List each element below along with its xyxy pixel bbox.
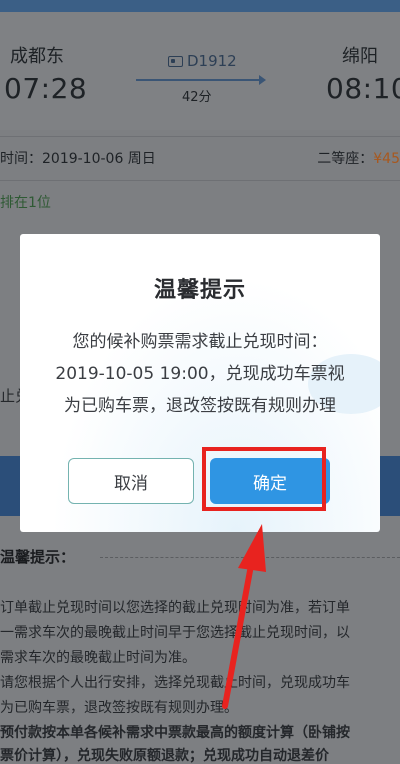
- tip-line: 请您根据个人出行安排，选择兑现截止时间，兑现成功车: [0, 675, 350, 691]
- to-station: 绵阳: [342, 46, 378, 67]
- queue-position: 排在1位: [0, 195, 51, 211]
- depart-time: 07:28: [4, 72, 88, 105]
- arrive-time: 08:10: [326, 72, 400, 105]
- train-number: D1912: [168, 52, 237, 70]
- train-info-card: 成都东 绵阳 07:28 08:10 D1912 42分: [0, 12, 400, 130]
- seat-price: ¥45: [373, 151, 400, 167]
- tip-line: 票价计算），兑现失败原额退款；兑现成功自动退差价: [0, 748, 329, 764]
- tip-line: 为已购车票，退改签按既有规则办理。: [0, 700, 238, 716]
- tips-divider: [100, 557, 400, 558]
- dialog-message-line: 您的候补购票需求截止兑现时间：: [72, 332, 328, 352]
- tip-line: 一需求车次的最晚截止时间早于您选择截止兑现时间，以: [0, 625, 350, 641]
- travel-date-label: 时间：: [0, 151, 42, 167]
- travel-date-value: 2019-10-06 周日: [42, 151, 156, 167]
- from-station: 成都东: [10, 46, 64, 67]
- cancel-button[interactable]: 取消: [68, 458, 194, 504]
- divider: [0, 180, 400, 181]
- top-status-strip: [0, 0, 400, 12]
- tip-line: 预付款按本单各候补需求中票款最高的额度计算（卧铺按: [0, 725, 350, 741]
- ticket-icon: [168, 55, 183, 67]
- tips-title: 温馨提示：: [0, 548, 76, 566]
- dialog-message-line: 为已购车票，退改签按既有规则办理: [64, 396, 336, 416]
- train-number-label: D1912: [187, 52, 237, 70]
- dialog-message-line: 2019-10-05 19:00，兑现成功车票视: [55, 364, 345, 384]
- route-arrow-icon: [136, 75, 266, 85]
- tip-line: 订单截止兑现时间以您选择的截止兑现时间为准，若订单: [0, 600, 350, 616]
- divider: [0, 136, 400, 137]
- trip-duration: 42分: [182, 90, 212, 105]
- seat-type: 二等座：: [317, 151, 374, 167]
- highlight-annotation-box: [202, 447, 326, 511]
- seat-info: 二等座：¥45: [317, 148, 400, 168]
- dialog-message: 您的候补购票需求截止兑现时间： 2019-10-05 19:00，兑现成功车票视…: [30, 326, 370, 422]
- reminder-dialog: 温馨提示 您的候补购票需求截止兑现时间： 2019-10-05 19:00，兑现…: [20, 234, 380, 532]
- tip-line: 需求车次的最晚截止时间为准。: [0, 650, 196, 666]
- travel-date: 时间：2019-10-06 周日: [0, 148, 156, 168]
- dialog-title: 温馨提示: [153, 278, 246, 303]
